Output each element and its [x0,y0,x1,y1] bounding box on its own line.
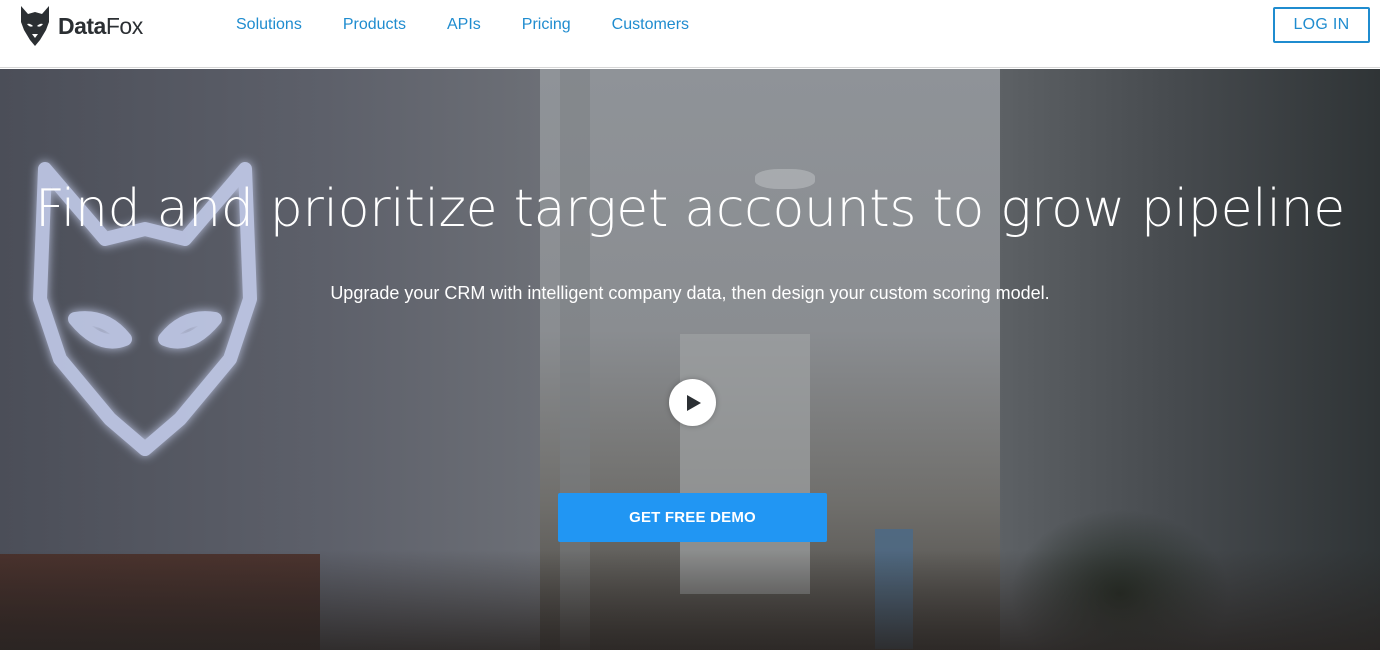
brand-name-data: Data [58,12,106,39]
nav-item-products[interactable]: Products [343,14,406,36]
nav-item-solutions[interactable]: Solutions [236,14,302,36]
hero-title: Find and prioritize target accounts to g… [35,179,1345,239]
site-header: DataFox Solutions Products APIs Pricing … [0,0,1380,68]
login-button[interactable]: LOG IN [1273,7,1370,43]
brand-name: DataFox [58,13,143,40]
fox-logo-icon [21,6,49,46]
hero-subtitle: Upgrade your CRM with intelligent compan… [330,283,1050,303]
brand-logo[interactable]: DataFox [18,4,143,48]
main-nav: Solutions Products APIs Pricing Customer… [236,14,730,36]
nav-item-customers[interactable]: Customers [612,14,689,36]
nav-item-apis[interactable]: APIs [447,14,481,36]
brand-name-fox: Fox [105,12,143,39]
play-video-button[interactable] [669,379,716,426]
hero-section: Find and prioritize target accounts to g… [0,69,1380,650]
get-free-demo-button[interactable]: GET FREE DEMO [558,493,827,542]
nav-item-pricing[interactable]: Pricing [522,14,571,36]
hero-bg-floor [0,550,1380,650]
play-icon [687,394,701,411]
